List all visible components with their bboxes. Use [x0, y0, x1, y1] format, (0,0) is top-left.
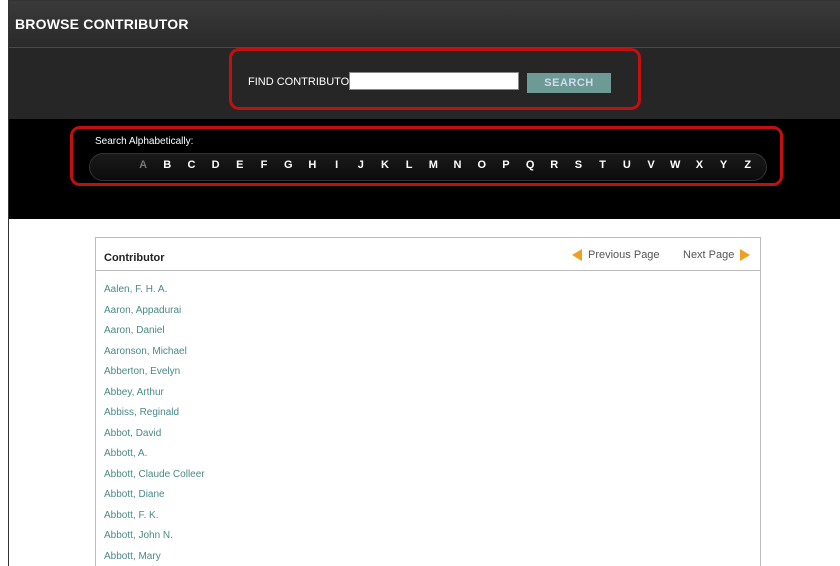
contributor-link[interactable]: Aaron, Appadurai	[104, 301, 760, 322]
contributor-panel: Contributor Previous Page Next Page Aale…	[95, 237, 761, 566]
arrow-left-icon	[572, 249, 582, 261]
contributor-link[interactable]: Aaronson, Michael	[104, 342, 760, 363]
contributor-link[interactable]: Abbott, Mary	[104, 547, 760, 566]
contributor-link[interactable]: Aaron, Daniel	[104, 321, 760, 342]
panel-header: Contributor Previous Page Next Page	[96, 238, 760, 271]
contributor-link[interactable]: Abbott, John N.	[104, 526, 760, 547]
contributor-link[interactable]: Abbot, David	[104, 424, 760, 445]
contributor-link[interactable]: Abbott, F. K.	[104, 506, 760, 527]
contributor-link[interactable]: Abbott, Diane	[104, 485, 760, 506]
previous-page-label: Previous Page	[588, 249, 660, 261]
contributor-link[interactable]: Aalen, F. H. A.	[104, 280, 760, 301]
contributor-link[interactable]: Abbey, Arthur	[104, 383, 760, 404]
page-title: BROWSE CONTRIBUTOR	[9, 1, 840, 47]
next-page-label: Next Page	[683, 249, 734, 261]
contributor-link[interactable]: Abbiss, Reginald	[104, 403, 760, 424]
contributor-link[interactable]: Abbott, A.	[104, 444, 760, 465]
contributor-link[interactable]: Abberton, Evelyn	[104, 362, 760, 383]
next-page-link[interactable]: Next Page	[683, 249, 750, 261]
search-highlight-box	[229, 48, 641, 110]
alphabet-highlight-box	[70, 126, 783, 186]
previous-page-link[interactable]: Previous Page	[572, 249, 660, 261]
arrow-right-icon	[740, 249, 750, 261]
browse-contributor-page: BROWSE CONTRIBUTOR FIND CONTRIBUTOR SEAR…	[8, 0, 840, 566]
contributor-link[interactable]: Abbott, Claude Colleer	[104, 465, 760, 486]
panel-title: Contributor	[104, 252, 164, 264]
contributor-list: Aalen, F. H. A.Aaron, AppaduraiAaron, Da…	[96, 271, 760, 566]
